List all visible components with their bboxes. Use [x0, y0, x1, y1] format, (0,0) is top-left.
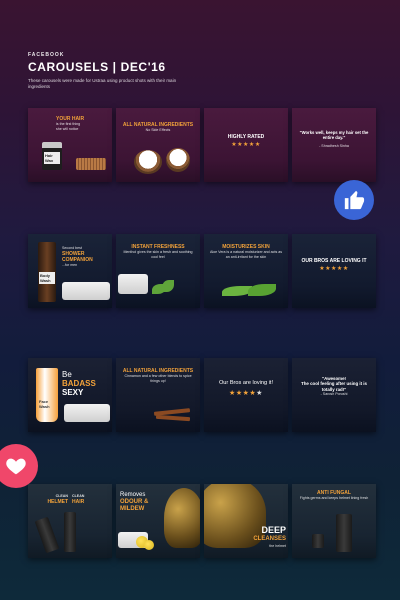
card-heading: BADASS [62, 379, 96, 388]
carousel-row-hair-wax: YOUR HAIR is the first thing she will no… [28, 108, 376, 182]
card-heading: HELMET [47, 498, 68, 505]
card-heading: MILDEW [120, 506, 145, 512]
card-shower-companion[interactable]: Body Wash Second best SHOWER COMPANION .… [28, 234, 112, 308]
card-heading: HIGHLY RATED [227, 134, 265, 140]
card-instant-freshness[interactable]: INSTANT FRESHNESS Menthol gives the skin… [116, 234, 200, 308]
carousel-row-face-wash: Face Wash Be BADASS SEXY ALL NATURAL ING… [28, 358, 376, 432]
jar-label: Hair Wax [44, 152, 60, 164]
card-text: Aloe Vera is a natural moisturizer and a… [209, 250, 283, 259]
heart-icon-glyph [6, 458, 26, 475]
card-text: she will notice [56, 126, 79, 131]
card-natural-ingredients[interactable]: ALL NATURAL INGREDIENTS No Side Effects [116, 108, 200, 182]
helmet-spray-can-image [336, 514, 352, 552]
card-moisturizes-skin[interactable]: MOISTURIZES SKIN Aloe Vera is a natural … [204, 234, 288, 308]
bottle-label: Body Wash [39, 272, 55, 284]
card-text: Be [62, 370, 72, 379]
card-highly-rated[interactable]: HIGHLY RATED ★★★★★ [204, 108, 288, 182]
card-clean-helmet-clean-hair[interactable]: CLEAN HELMET CLEAN HAIR [28, 484, 112, 558]
card-text: No Side Effects [145, 128, 171, 132]
card-heading: SEXY [62, 388, 84, 397]
header: FACEBOOK CAROUSELS | DEC'16 These carous… [28, 52, 228, 90]
card-heading: CLEANSES [253, 536, 286, 542]
card-heading: DEEP [261, 525, 286, 535]
card-text: Cinnamon and a few other blends to spice… [124, 374, 192, 383]
card-bros-loving-it[interactable]: OUR BROS ARE LOVING IT ★★★★★ [292, 234, 376, 308]
page-subtitle: These carousels were made for Ustraa usi… [28, 78, 177, 89]
helmet-spray-can-image [34, 516, 60, 554]
card-testimonial-2[interactable]: "Awesome! The cool feeling after using i… [292, 358, 376, 432]
heart-icon [0, 444, 38, 488]
testimonial-author: - Sarosh Porushi [320, 392, 348, 397]
towel-image [62, 282, 110, 300]
card-heading: Our Bros are loving it! [218, 380, 274, 386]
card-natural-ingredients-cinnamon[interactable]: ALL NATURAL INGREDIENTS Cinnamon and a f… [116, 358, 200, 432]
testimonial-quote: The cool feeling after using it is total… [301, 381, 367, 392]
card-text: Menthol gives the skin a fresh and sooth… [123, 250, 193, 259]
card-bros-loving-it-2[interactable]: Our Bros are loving it! ★★★★★ [204, 358, 288, 432]
carousel-row-body-wash: Body Wash Second best SHOWER COMPANION .… [28, 234, 376, 308]
face-wash-tube-image: Face Wash [36, 368, 58, 422]
card-text: the helmet [269, 544, 286, 548]
card-text: CLEAN [72, 494, 85, 498]
card-text: Fights germs and keeps helmet lining fre… [299, 496, 369, 500]
thumbs-up-icon-glyph [344, 190, 365, 210]
aloe-vera-image [248, 284, 276, 296]
carousel-row-helmet-cleaner: CLEAN HELMET CLEAN HAIR Removes ODOUR & … [28, 484, 376, 558]
spray-nozzle-image [312, 534, 324, 548]
coconut-half-image [166, 148, 190, 172]
coconut-image [134, 150, 162, 174]
card-heading: ODOUR & [120, 499, 149, 505]
rating-stars: ★★★★★ [231, 142, 261, 148]
card-text: Removes [120, 492, 146, 498]
card-heading: HAIR [72, 498, 85, 505]
card-heading: OUR BROS ARE LOVING IT [301, 258, 367, 264]
card-removes-odour[interactable]: Removes ODOUR & MILDEW [116, 484, 200, 558]
towel-image [64, 404, 110, 422]
card-anti-fungal[interactable]: ANTI FUNGAL Fights germs and keeps helme… [292, 484, 376, 558]
body-wash-bottle-image: Body Wash [38, 242, 56, 302]
card-hair-wax-intro[interactable]: YOUR HAIR is the first thing she will no… [28, 108, 112, 182]
lemon-image [144, 540, 154, 550]
mint-leaf-image [162, 280, 174, 292]
page-title: CAROUSELS | DEC'16 [28, 60, 166, 74]
card-text: ...for men [62, 262, 78, 267]
comb-image [76, 158, 106, 170]
card-text: CLEAN [55, 494, 68, 498]
card-be-badass-sexy[interactable]: Face Wash Be BADASS SEXY [28, 358, 112, 432]
brand-label: FACEBOOK [28, 52, 65, 58]
testimonial-quote: "Works well, keeps my hair set the entir… [299, 130, 369, 141]
cinnamon-stick-image [155, 414, 191, 422]
card-testimonial[interactable]: "Works well, keeps my hair set the entir… [292, 108, 376, 182]
helmet-spray-can-image [64, 512, 76, 552]
helmet-image [164, 488, 200, 548]
towel-image [118, 274, 148, 294]
card-text: Second best [62, 246, 82, 250]
card-deep-cleanses[interactable]: DEEP CLEANSES the helmet [204, 484, 288, 558]
testimonial-author: - Shradhesh Sinha [319, 144, 349, 148]
rating-stars: ★★★★★ [319, 266, 349, 272]
thumbs-up-icon [334, 180, 374, 220]
hair-wax-jar-image: Hair Wax [42, 148, 62, 170]
tube-label: Face Wash [39, 399, 50, 409]
rating-stars: ★★★★★ [229, 390, 263, 397]
